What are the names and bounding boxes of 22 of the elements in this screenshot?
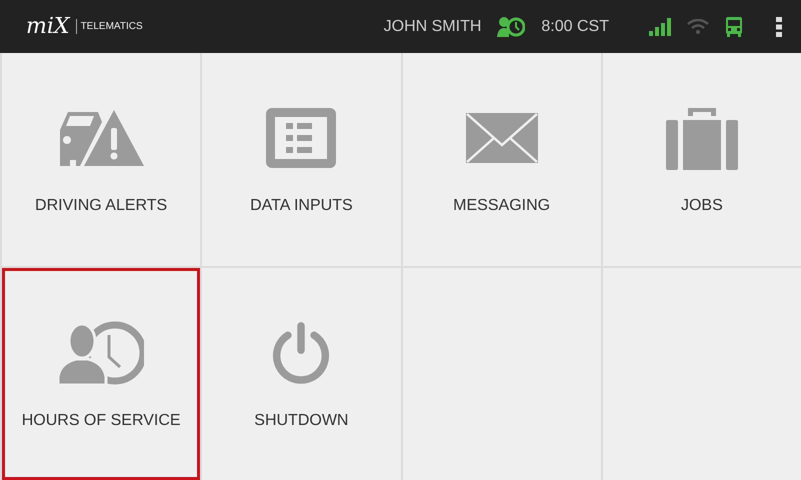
menu-tile[interactable]: DATA INPUTS <box>202 53 400 266</box>
tile-label: JOBS <box>680 196 723 216</box>
menu-icon[interactable] <box>775 16 783 38</box>
tile-label: DATA INPUTS <box>250 196 353 216</box>
driver-name: JOHN SMITH <box>384 16 482 36</box>
product-name: TELEMATICS <box>76 19 143 34</box>
person-clock-icon <box>58 320 144 384</box>
clock-time: 8:00 CST <box>541 16 609 36</box>
driver-clock-icon[interactable] <box>497 16 526 38</box>
tile-label: SHUTDOWN <box>254 410 348 430</box>
tile-label: MESSAGING <box>453 196 550 216</box>
menu-tile[interactable]: DRIVING ALERTS <box>2 53 200 266</box>
briefcase-icon <box>666 106 738 170</box>
menu-tile[interactable]: HOURS OF SERVICE <box>2 268 200 480</box>
menu-tile[interactable]: SHUTDOWN <box>202 268 400 480</box>
logo: miX <box>26 16 70 38</box>
menu-tile[interactable]: MESSAGING <box>402 53 601 266</box>
menu-tile[interactable]: JOBS <box>602 53 801 266</box>
tile-label: HOURS OF SERVICE <box>22 410 181 430</box>
power-icon <box>272 320 330 384</box>
form-icon <box>266 106 336 170</box>
tile-label: DRIVING ALERTS <box>35 196 168 216</box>
